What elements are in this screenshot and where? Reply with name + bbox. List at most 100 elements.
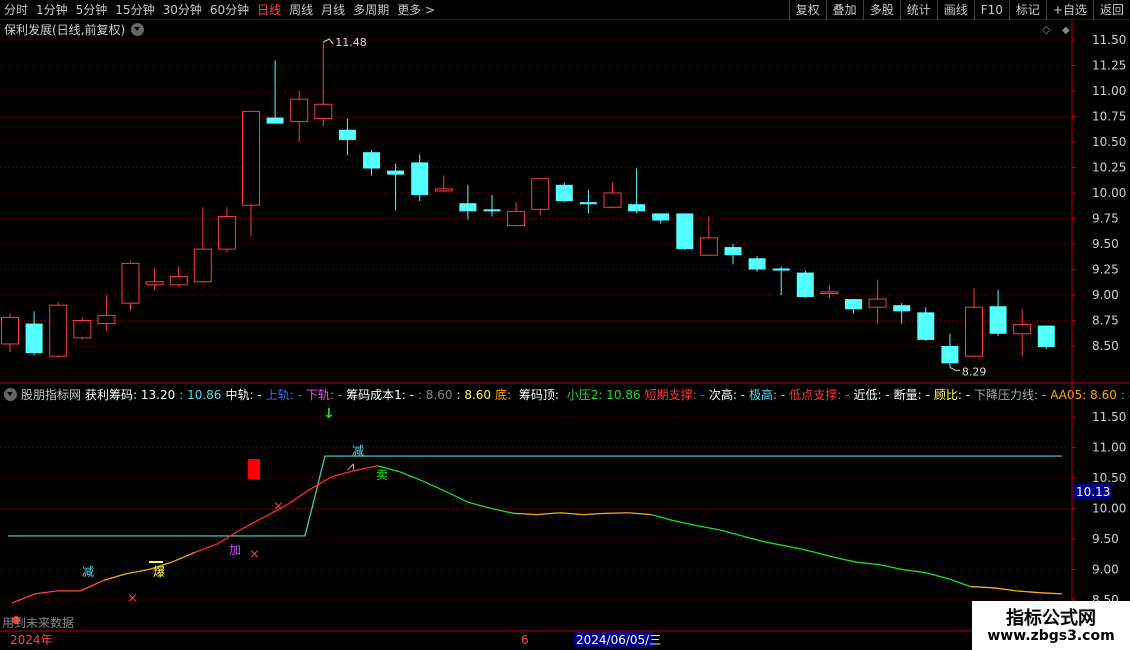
bao-label: 爆 xyxy=(153,565,165,579)
main-axis-label: 10.75 xyxy=(1092,110,1126,124)
cost-line-segment xyxy=(559,512,583,516)
cost-line-segment xyxy=(970,585,994,589)
candle-down xyxy=(989,306,1007,334)
candle-down xyxy=(748,258,766,270)
main-axis-label: 10.00 xyxy=(1092,186,1126,200)
cost-line-segment xyxy=(422,480,446,493)
sub-axis-label: 10.00 xyxy=(1092,502,1126,516)
sub-axis-label: 9.50 xyxy=(1092,532,1119,546)
candle-up xyxy=(1013,324,1032,335)
cost-line-segment xyxy=(194,543,218,554)
candle-up xyxy=(193,248,212,283)
main-axis-label: 9.50 xyxy=(1092,237,1119,251)
cost-line-segment xyxy=(719,529,743,537)
candle-down xyxy=(266,117,284,124)
sub-axis-label: 11.00 xyxy=(1092,441,1126,455)
cost-line-segment xyxy=(833,556,857,563)
candle-up xyxy=(73,320,92,339)
candle-down xyxy=(411,162,429,196)
candle-up xyxy=(242,110,260,206)
red-bar-marker xyxy=(248,459,260,479)
cost-line-segment xyxy=(445,490,469,503)
candle-down xyxy=(555,184,573,202)
sub-axis-label: 10.50 xyxy=(1092,471,1126,485)
high-label: 11.48 xyxy=(335,36,367,49)
cost-line-segment xyxy=(536,512,560,516)
cost-line-segment xyxy=(993,587,1017,592)
diamond-icon: ◇ xyxy=(1042,23,1051,36)
jian-left-label: 减 xyxy=(82,565,94,579)
candle-down xyxy=(676,213,694,250)
current-value: 10.13 xyxy=(1076,485,1110,499)
cost-line-segment xyxy=(239,517,264,531)
cost-line-segment xyxy=(787,545,812,552)
main-axis-label: 9.75 xyxy=(1092,212,1119,226)
candle-down xyxy=(845,299,862,310)
watermark-url: www.zbgs3.com xyxy=(987,628,1115,644)
candle-up xyxy=(868,298,887,308)
chip-level-line xyxy=(8,455,1062,537)
candle-down xyxy=(724,247,742,256)
cost-line-segment xyxy=(399,471,424,482)
candle-up xyxy=(314,103,333,120)
cost-line-segment xyxy=(924,571,949,580)
candle-down xyxy=(459,203,477,212)
cost-line-segment xyxy=(605,512,629,515)
cost-line-segment xyxy=(103,573,127,582)
cost-line-segment xyxy=(217,529,241,545)
candle-down xyxy=(387,170,405,175)
main-axis-label: 10.50 xyxy=(1092,135,1126,149)
main-axis-label: 11.25 xyxy=(1092,59,1126,73)
cost-line-segment xyxy=(628,512,652,516)
cost-line-segment xyxy=(34,590,58,595)
jian-top-label: 减 xyxy=(352,444,364,458)
candle-up xyxy=(49,304,68,357)
cost-line-segment xyxy=(11,593,36,604)
candle-down xyxy=(25,323,43,354)
candle-up xyxy=(531,178,550,210)
candle-down xyxy=(1037,325,1055,348)
main-axis-label: 10.25 xyxy=(1092,161,1126,175)
candle-up xyxy=(145,281,164,286)
candle-down xyxy=(772,268,790,271)
main-axis-label: 11.50 xyxy=(1092,33,1126,47)
candle-up xyxy=(965,306,983,357)
status-year: 2024年 xyxy=(10,633,53,647)
status-date: 2024/06/05/三 xyxy=(576,633,661,647)
watermark: 指标公式网 www.zbgs3.com xyxy=(972,601,1130,650)
candle-down xyxy=(338,129,356,140)
cost-line-segment xyxy=(514,512,538,516)
candle-up xyxy=(217,215,236,250)
cost-line-segment xyxy=(126,568,150,575)
cost-line-segment xyxy=(285,489,310,506)
candle-up xyxy=(699,237,718,256)
main-axis-label: 9.00 xyxy=(1092,288,1119,302)
cost-line-segment xyxy=(879,563,903,571)
watermark-title: 指标公式网 xyxy=(1006,608,1096,629)
low-marker xyxy=(949,366,960,371)
sell-label: 卖 xyxy=(376,468,388,482)
candle-down xyxy=(796,272,814,298)
main-axis-label: 9.25 xyxy=(1092,263,1119,277)
candle-up xyxy=(603,192,622,208)
main-axis-label: 8.75 xyxy=(1092,314,1119,328)
candle-up xyxy=(121,262,140,304)
settings-diamond-icon: ◆ xyxy=(1062,25,1070,36)
sub-axis-label: 9.00 xyxy=(1092,563,1119,577)
cost-line-segment xyxy=(468,501,492,510)
cost-line-segment xyxy=(765,541,789,547)
candle-down xyxy=(483,209,501,212)
candle-down xyxy=(579,202,597,205)
cross-icon: × xyxy=(249,547,260,562)
candle-down xyxy=(893,305,911,312)
cost-line-segment xyxy=(171,551,195,563)
future-data-note: 用到未来数据 xyxy=(2,616,75,630)
kline-chart[interactable]: 11.50 11.25 11.00 10.75 10.50 10.25 10.00 9.75 9… xyxy=(0,0,1130,650)
cost-line-segment xyxy=(650,513,675,522)
candle-up xyxy=(97,314,116,325)
cost-line-segment xyxy=(491,507,515,515)
down-arrow-icon: ↓ xyxy=(323,406,335,422)
cost-line-segment xyxy=(742,535,766,543)
candle-up xyxy=(1,316,19,345)
cost-line-segment xyxy=(308,476,332,491)
